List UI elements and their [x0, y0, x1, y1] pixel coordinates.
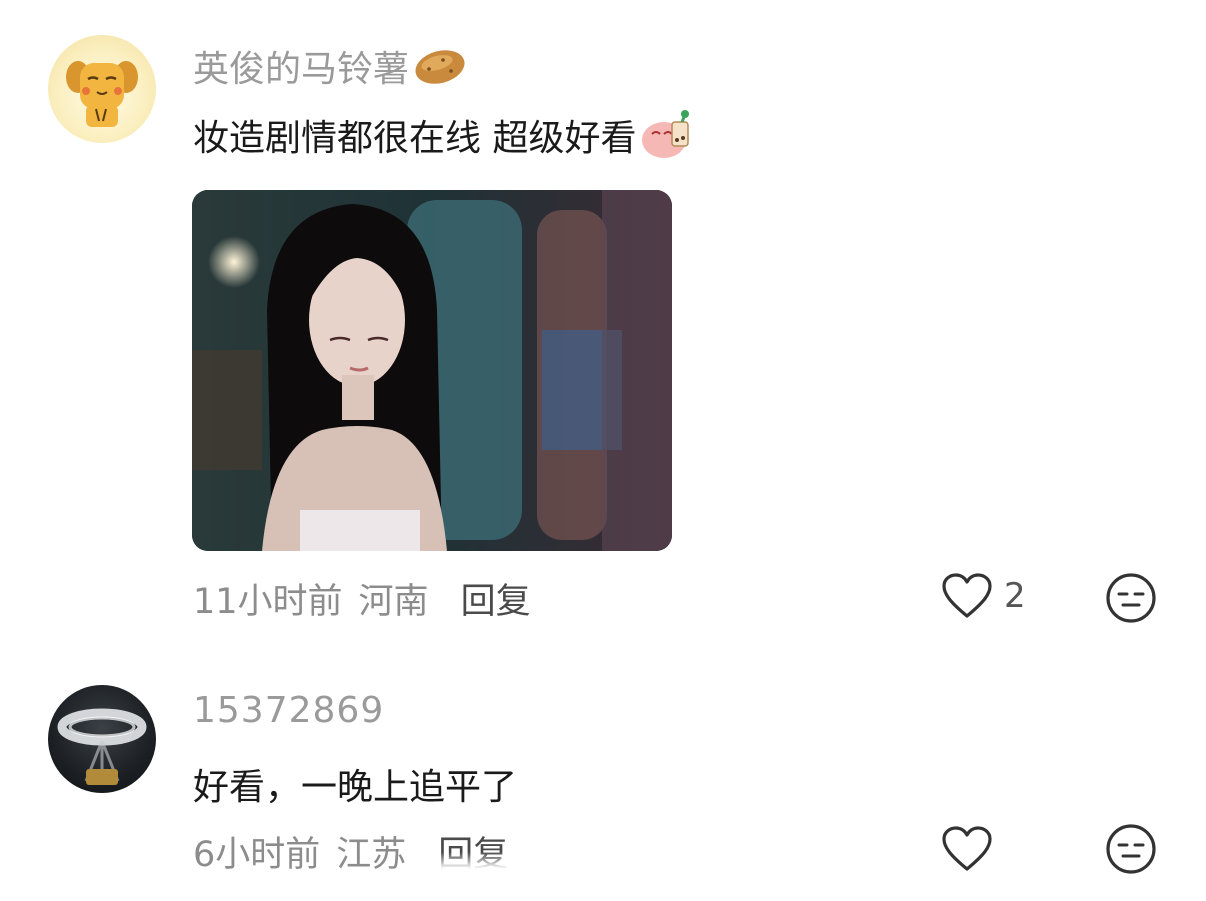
comment-meta: 11小时前 河南 回复 [193, 573, 531, 624]
like-button[interactable] [940, 825, 994, 873]
heart-icon [942, 573, 992, 618]
like-button[interactable]: 2 [940, 572, 1026, 620]
neutral-face-icon [1106, 573, 1156, 623]
comment-text: 好看，一晚上追平了 [193, 758, 517, 810]
comment-text-content: 好看，一晚上追平了 [193, 767, 518, 808]
like-count: 2 [1004, 576, 1026, 616]
dislike-button[interactable] [1105, 823, 1157, 879]
heart-icon [942, 826, 992, 871]
fade-overlay [410, 852, 800, 892]
bubble-tea-icon [638, 108, 696, 169]
timestamp: 6小时前 [193, 835, 321, 875]
username[interactable]: 15372869 [193, 690, 384, 731]
comment-text-content: 妆造剧情都很在线 超级好看 [193, 118, 637, 159]
username-text: 英俊的马铃薯 [193, 49, 410, 90]
avatar[interactable] [48, 35, 156, 143]
avatar[interactable] [48, 685, 156, 793]
potato-icon [413, 47, 467, 96]
comment-item: 英俊的马铃薯 妆造剧情都很在线 超级好看 11小时前 河南 回复 2 [0, 0, 1206, 660]
dislike-button[interactable] [1105, 572, 1157, 628]
timestamp: 11小时前 [193, 582, 343, 622]
comment-text: 妆造剧情都很在线 超级好看 [193, 108, 696, 169]
location: 河南 [358, 582, 429, 622]
location: 江苏 [336, 835, 407, 875]
neutral-face-icon [1106, 824, 1156, 874]
dog-avatar-icon [66, 61, 138, 127]
smoke-ring-avatar-icon [57, 708, 147, 785]
username-text: 15372869 [193, 690, 385, 731]
comment-image[interactable] [192, 190, 672, 551]
drama-still-image [192, 190, 672, 551]
username[interactable]: 英俊的马铃薯 [193, 40, 467, 96]
reply-button[interactable]: 回复 [461, 582, 531, 622]
